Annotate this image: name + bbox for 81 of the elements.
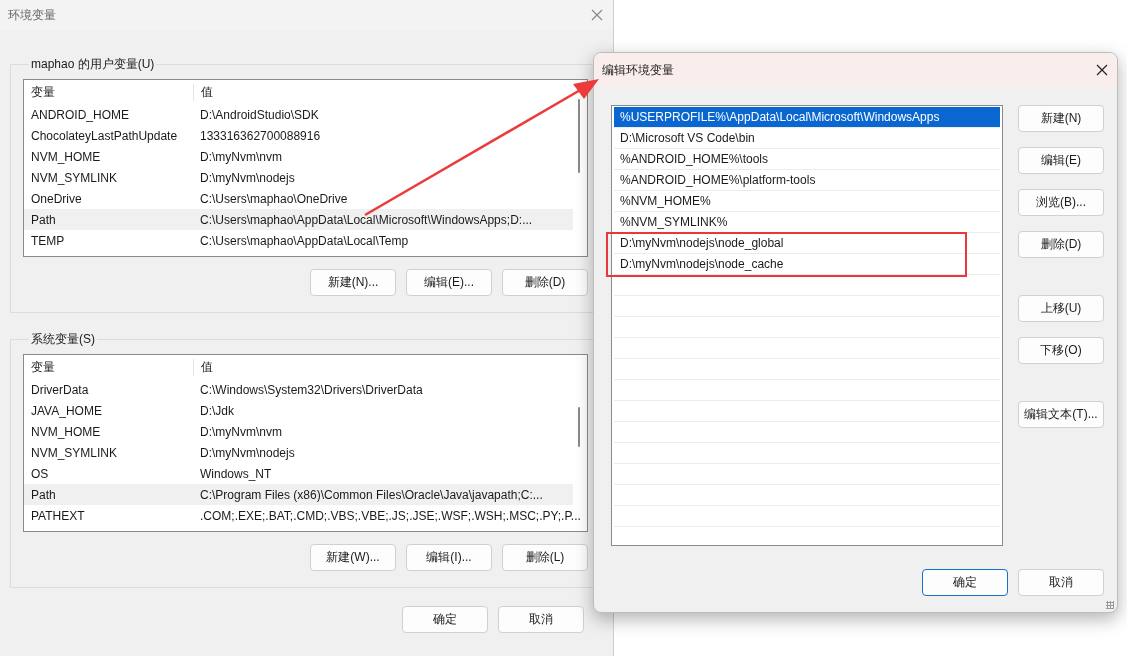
- variable-row[interactable]: NVM_SYMLINK D:\myNvm\nodejs: [24, 442, 573, 463]
- dialog-button[interactable]: 编辑(E)...: [406, 269, 492, 296]
- column-header[interactable]: 值: [193, 358, 569, 376]
- variable-name: ChocolateyLastPathUpdate: [30, 128, 179, 143]
- dialog-button[interactable]: 新建(N): [1018, 105, 1104, 132]
- dialog-button[interactable]: 浏览(B)...: [1018, 189, 1104, 216]
- column-header[interactable]: 变量: [24, 83, 193, 101]
- dialog-button[interactable]: 删除(L): [502, 544, 588, 571]
- variable-value: D:\AndroidStudio\SDK: [199, 107, 320, 122]
- dialog-button[interactable]: 上移(U): [1018, 295, 1104, 322]
- variable-name: DriverData: [30, 382, 90, 397]
- variable-row[interactable]: DriverData C:\Windows\System32\Drivers\DriverData: [24, 379, 573, 400]
- variable-value: D:\myNvm\nvm: [199, 424, 283, 439]
- variable-name: Path: [30, 212, 57, 227]
- dialog-button[interactable]: 取消: [1018, 569, 1104, 596]
- variable-row[interactable]: TEMP C:\Users\maphao\AppData\Local\Temp: [24, 230, 573, 251]
- dialog-button[interactable]: 编辑(I)...: [406, 544, 492, 571]
- column-header[interactable]: 值: [193, 83, 569, 101]
- variable-row[interactable]: JAVA_HOME D:\Jdk: [24, 400, 573, 421]
- variable-row[interactable]: OS Windows_NT: [24, 463, 573, 484]
- path-entry[interactable]: %ANDROID_HOME%\tools: [614, 149, 1000, 170]
- variable-row[interactable]: ChocolateyLastPathUpdate 133316362700088916: [24, 125, 573, 146]
- variable-row[interactable]: NVM_HOME D:\myNvm\nvm: [24, 146, 573, 167]
- dialog-button[interactable]: 取消: [498, 606, 584, 633]
- scrollbar-thumb[interactable]: [578, 99, 580, 173]
- path-entry[interactable]: %NVM_SYMLINK%: [614, 212, 1000, 233]
- path-entry[interactable]: D:\Microsoft VS Code\bin: [614, 128, 1000, 149]
- path-entry[interactable]: %USERPROFILE%\AppData\Local\Microsoft\WindowsApps: [614, 107, 1000, 128]
- variable-list[interactable]: [23, 79, 588, 257]
- dialog-button[interactable]: 新建(N)...: [310, 269, 396, 296]
- variable-row[interactable]: ANDROID_HOME D:\AndroidStudio\SDK: [24, 104, 573, 125]
- dialog-button[interactable]: 新建(W)...: [310, 544, 396, 571]
- dialog-button[interactable]: 删除(D): [502, 269, 588, 296]
- variable-value: 133316362700088916: [199, 128, 322, 143]
- dialog-button[interactable]: 删除(D): [1018, 231, 1104, 258]
- variable-value: .COM;.EXE;.BAT;.CMD;.VBS;.VBE;.JS;.JSE;.WSF;.WSH;.MSC;.PY;.P...: [199, 508, 581, 523]
- dialog-button[interactable]: 下移(O): [1018, 337, 1104, 364]
- variable-value: C:\Users\maphao\AppData\Local\Microsoft\WindowsApps;D:...: [199, 212, 534, 227]
- dialog-button[interactable]: 确定: [402, 606, 488, 633]
- close-icon[interactable]: [1096, 64, 1108, 76]
- variable-value: D:\myNvm\nodejs: [199, 170, 296, 185]
- variable-row[interactable]: NVM_HOME D:\myNvm\nvm: [24, 421, 573, 442]
- variable-value: Windows_NT: [199, 466, 273, 481]
- path-entry[interactable]: D:\myNvm\nodejs\node_cache: [614, 254, 1000, 275]
- dialog-button[interactable]: 确定: [922, 569, 1008, 596]
- variable-name: PATHEXT: [30, 508, 86, 523]
- variable-name: TEMP: [30, 233, 66, 248]
- group-label: 系统变量(S): [30, 331, 96, 348]
- column-header[interactable]: 变量: [24, 358, 193, 376]
- variable-name: NVM_HOME: [30, 149, 102, 164]
- variable-name: Path: [30, 487, 57, 502]
- variable-row[interactable]: Path C:\Users\maphao\AppData\Local\Microsoft\WindowsApps;D:...: [24, 209, 573, 230]
- variable-value: C:\Users\maphao\AppData\Local\Temp: [199, 233, 410, 248]
- group-label: maphao 的用户变量(U): [30, 56, 156, 73]
- variable-row[interactable]: NVM_SYMLINK D:\myNvm\nodejs: [24, 167, 573, 188]
- variable-value: C:\Users\maphao\OneDrive: [199, 191, 349, 206]
- path-entry[interactable]: %NVM_HOME%: [614, 191, 1000, 212]
- variable-name: NVM_SYMLINK: [30, 170, 119, 185]
- variable-name: NVM_HOME: [30, 424, 102, 439]
- variable-value: D:\Jdk: [199, 403, 235, 418]
- variable-list[interactable]: [23, 354, 588, 532]
- variable-value: D:\myNvm\nvm: [199, 149, 283, 164]
- variable-value: C:\Windows\System32\Drivers\DriverData: [199, 382, 424, 397]
- variable-row[interactable]: OneDrive C:\Users\maphao\OneDrive: [24, 188, 573, 209]
- variable-name: OneDrive: [30, 191, 83, 206]
- variable-name: OS: [30, 466, 50, 481]
- variable-row[interactable]: Path C:\Program Files (x86)\Common Files\Oracle\Java\javapath;C:...: [24, 484, 573, 505]
- dialog-title: 编辑环境变量: [602, 61, 674, 79]
- dialog-button[interactable]: 编辑文本(T)...: [1018, 401, 1104, 428]
- scrollbar-thumb[interactable]: [578, 407, 580, 447]
- variable-name: NVM_SYMLINK: [30, 445, 119, 460]
- variable-value: C:\Program Files (x86)\Common Files\Oracle\Java\javapath;C:...: [199, 487, 544, 502]
- dialog-button[interactable]: 编辑(E): [1018, 147, 1104, 174]
- resize-grip-icon[interactable]: [1106, 601, 1114, 609]
- window-title: 环境变量: [8, 6, 56, 24]
- variable-name: ANDROID_HOME: [30, 107, 130, 122]
- path-entry[interactable]: %ANDROID_HOME%\platform-tools: [614, 170, 1000, 191]
- variable-name: JAVA_HOME: [30, 403, 103, 418]
- path-list[interactable]: [611, 105, 1003, 546]
- path-entry[interactable]: D:\myNvm\nodejs\node_global: [614, 233, 1000, 254]
- variable-value: D:\myNvm\nodejs: [199, 445, 296, 460]
